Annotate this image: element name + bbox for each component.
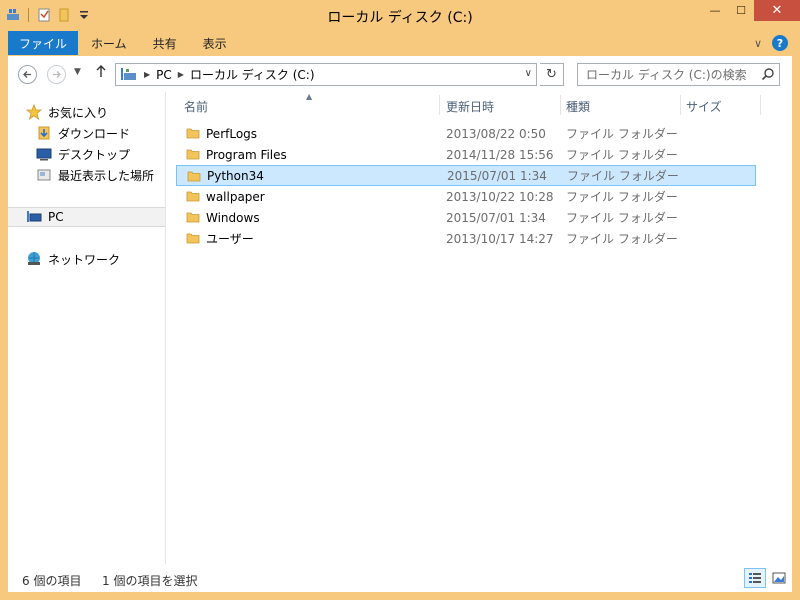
title-bar: ローカル ディスク (C:) — ☐ ✕ (0, 0, 800, 30)
help-icon[interactable]: ? (772, 35, 788, 51)
nav-network[interactable]: ネットワーク (26, 249, 120, 269)
column-divider[interactable] (680, 95, 681, 115)
nav-recent-label: 最近表示した場所 (58, 168, 155, 183)
selected-count: 1 個の項目を選択 (102, 574, 198, 588)
details-view-icon (749, 573, 761, 583)
file-type: ファイル フォルダー (567, 169, 679, 183)
refresh-button[interactable]: ↻ (540, 63, 564, 86)
nav-pc[interactable]: PC (8, 207, 165, 227)
table-row[interactable]: Program Files 2014/11/28 15:56 ファイル フォルダ… (176, 144, 756, 165)
nav-downloads-label: ダウンロード (58, 126, 131, 141)
file-name: Windows (206, 210, 260, 225)
desktop-icon (36, 146, 52, 162)
nav-recent[interactable]: 最近表示した場所 (36, 165, 154, 185)
window-title: ローカル ディスク (C:) (327, 10, 473, 26)
table-row[interactable]: PerfLogs 2013/08/22 0:50 ファイル フォルダー (176, 123, 756, 144)
file-type: ファイル フォルダー (566, 127, 678, 141)
column-type[interactable]: 種類 (566, 98, 590, 115)
file-type: ファイル フォルダー (566, 232, 678, 246)
folder-icon (186, 128, 200, 139)
address-bar[interactable]: ▶ PC ▶ ローカル ディスク (C:) ∨ (115, 63, 537, 86)
column-name[interactable]: 名前 (184, 98, 208, 115)
nav-network-label: ネットワーク (48, 252, 121, 267)
file-name: ユーザー (206, 232, 254, 246)
folder-icon (186, 149, 200, 160)
status-bar: 6 個の項目 1 個の項目を選択 (8, 564, 792, 592)
star-icon (25, 103, 43, 120)
file-type: ファイル フォルダー (566, 211, 678, 225)
column-divider[interactable] (560, 95, 561, 115)
search-placeholder: ローカル ディスク (C:)の検索 (586, 68, 747, 82)
window-controls: — ☐ ✕ (702, 0, 800, 21)
large-icons-view-icon (772, 572, 786, 584)
file-name: PerfLogs (206, 126, 258, 141)
address-row: ▼ ▶ PC ▶ ローカル ディスク (C:) ∨ ↻ ローカル ディスク (C… (8, 56, 792, 92)
table-row-selected[interactable]: Python34 2015/07/01 1:34 ファイル フォルダー (176, 165, 756, 186)
large-icons-view-button[interactable] (768, 568, 790, 588)
breadcrumb-pc[interactable]: PC (156, 68, 172, 82)
folder-icon (186, 191, 200, 202)
explorer-window: ローカル ディスク (C:) — ☐ ✕ ファイル ホーム 共有 表示 ∨ ? … (0, 0, 800, 600)
pc-icon (26, 209, 42, 225)
expand-ribbon-icon[interactable]: ∨ (754, 37, 762, 50)
downloads-folder-icon (36, 125, 52, 141)
minimize-button[interactable]: — (702, 0, 728, 21)
column-size[interactable]: サイズ (686, 98, 722, 115)
maximize-button[interactable]: ☐ (728, 0, 754, 21)
tab-view[interactable]: 表示 (190, 31, 240, 55)
item-count: 6 個の項目 (22, 574, 82, 588)
client-area: ▼ ▶ PC ▶ ローカル ディスク (C:) ∨ ↻ ローカル ディスク (C… (8, 56, 792, 592)
tab-home[interactable]: ホーム (78, 31, 140, 55)
column-date[interactable]: 更新日時 (446, 98, 494, 115)
details-view-button[interactable] (744, 568, 766, 588)
file-type: ファイル フォルダー (566, 148, 678, 162)
recent-places-icon (36, 167, 52, 183)
file-date: 2013/08/22 0:50 (446, 126, 546, 141)
nav-desktop[interactable]: デスクトップ (36, 144, 130, 164)
navigation-pane: お気に入り ダウンロード デスクトップ 最近表示した場所 PC ネットワーク (8, 92, 166, 564)
breadcrumb-separator-icon[interactable]: ▶ (178, 70, 184, 79)
nav-downloads[interactable]: ダウンロード (36, 123, 130, 143)
tab-share[interactable]: 共有 (140, 31, 190, 55)
file-name: Program Files (206, 147, 287, 162)
address-history-dropdown-icon[interactable]: ∨ (525, 68, 532, 79)
nav-desktop-label: デスクトップ (58, 147, 131, 162)
column-headers: ▲ 名前 更新日時 種類 サイズ (176, 92, 792, 118)
folder-icon (187, 171, 201, 182)
network-icon (26, 251, 42, 267)
breadcrumb-separator-icon[interactable]: ▶ (144, 70, 150, 79)
nav-favorites-label: お気に入り (48, 105, 109, 120)
file-date: 2013/10/17 14:27 (446, 231, 554, 246)
file-name: Python34 (207, 168, 264, 183)
search-input[interactable]: ローカル ディスク (C:)の検索 (577, 63, 780, 86)
file-date: 2014/11/28 15:56 (446, 147, 554, 162)
file-type: ファイル フォルダー (566, 190, 678, 204)
file-date: 2015/07/01 1:34 (447, 168, 547, 183)
close-button[interactable]: ✕ (754, 0, 800, 21)
sort-ascending-icon: ▲ (306, 92, 313, 101)
table-row[interactable]: wallpaper 2013/10/22 10:28 ファイル フォルダー (176, 186, 756, 207)
ribbon-right-controls: ∨ ? (754, 31, 792, 55)
table-row[interactable]: Windows 2015/07/01 1:34 ファイル フォルダー (176, 207, 756, 228)
nav-pc-label: PC (48, 210, 64, 224)
tab-file[interactable]: ファイル (8, 31, 79, 55)
recent-locations-dropdown-icon[interactable]: ▼ (74, 67, 81, 77)
table-row[interactable]: ユーザー 2013/10/17 14:27 ファイル フォルダー (176, 228, 756, 249)
file-date: 2015/07/01 1:34 (446, 210, 546, 225)
ribbon-tabs: ファイル ホーム 共有 表示 ∨ ? (8, 31, 792, 55)
file-name: wallpaper (206, 189, 265, 204)
column-divider[interactable] (439, 95, 440, 115)
back-button[interactable] (18, 65, 37, 84)
folder-icon (186, 212, 200, 223)
forward-button[interactable] (47, 65, 66, 84)
file-list: PerfLogs 2013/08/22 0:50 ファイル フォルダー Prog… (176, 123, 756, 249)
column-divider[interactable] (760, 95, 761, 115)
breadcrumb-local-disk[interactable]: ローカル ディスク (C:) (190, 66, 315, 83)
up-button[interactable] (95, 64, 107, 82)
nav-favorites[interactable]: お気に入り (25, 102, 109, 122)
search-icon[interactable] (761, 67, 775, 81)
pc-icon (120, 67, 138, 83)
folder-icon (186, 233, 200, 244)
file-date: 2013/10/22 10:28 (446, 189, 554, 204)
